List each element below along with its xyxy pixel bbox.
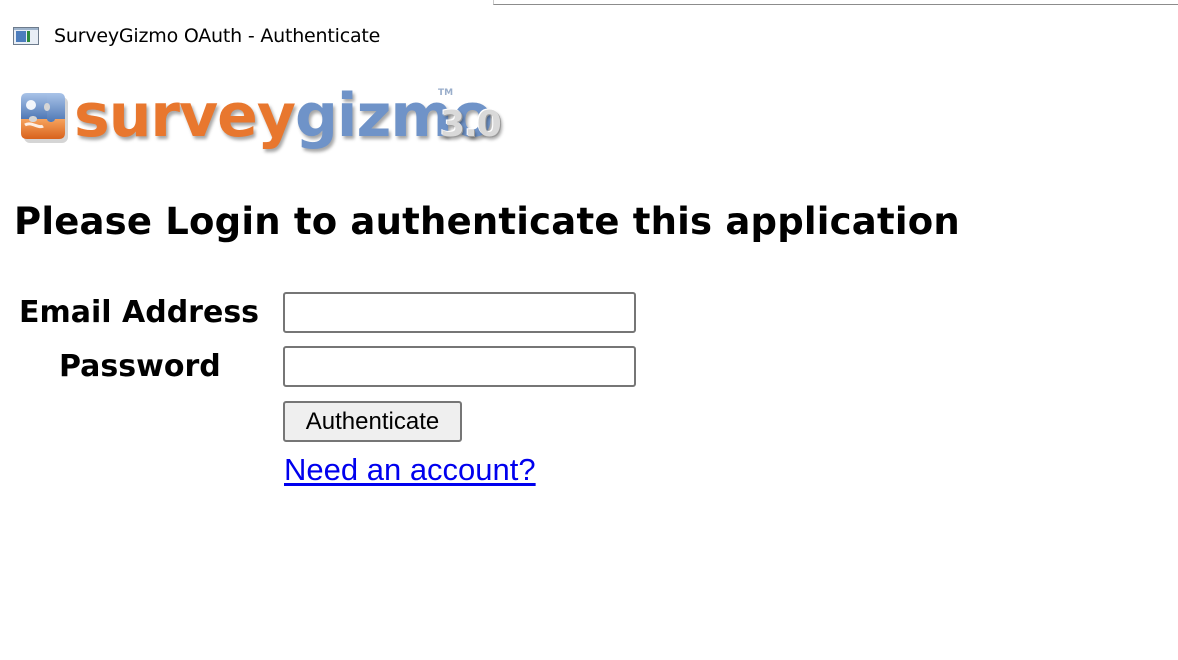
page-heading: Please Login to authenticate this applic… [14,200,960,243]
need-account-link[interactable]: Need an account? [284,452,536,488]
window-top-border [493,0,1178,5]
window-titlebar: SurveyGizmo OAuth - Authenticate [13,24,380,48]
email-label: Email Address [19,295,260,330]
window-title: SurveyGizmo OAuth - Authenticate [54,25,381,47]
surveygizmo-logo: surveygizmo TM 3.0 [14,81,514,154]
logo-wordmark: surveygizmo [74,81,493,151]
authenticate-button[interactable]: Authenticate [283,401,462,442]
logo-version: 3.0 [440,104,502,145]
email-field[interactable] [283,292,636,333]
password-label: Password [59,349,221,384]
window-icon [13,26,41,46]
trademark-mark: TM [438,88,454,98]
password-field[interactable] [283,346,636,387]
puzzle-logo-icon [21,93,68,143]
